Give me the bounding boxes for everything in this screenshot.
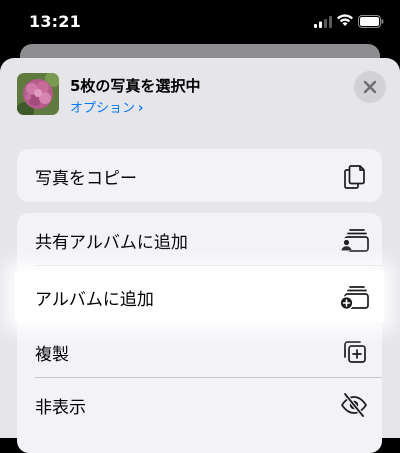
add-to-album-icon [339,286,369,310]
cellular-signal-icon [314,16,332,28]
add-to-album-action[interactable]: アルバムに追加 [15,271,384,322]
status-time: 13:21 [29,12,81,31]
add-to-shared-album-action[interactable]: 共有アルバムに追加 [17,213,382,266]
duplicate-label: 複製 [35,345,69,365]
duplicate-icon [344,341,366,363]
close-icon [363,80,377,94]
action-group-copy: 写真をコピー [17,149,382,202]
copy-photos-label: 写真をコピー [35,169,137,189]
hide-action[interactable]: 非表示 [17,378,382,431]
shared-album-icon [339,229,369,252]
status-bar: 13:21 [0,0,400,46]
chevron-right-icon: › [138,101,144,116]
selected-photo-thumbnail [17,73,59,115]
eye-slash-icon [341,392,367,418]
selection-title: 5枚の写真を選択中 [70,77,201,95]
duplicate-action[interactable]: 複製 [17,325,382,378]
options-label: オプション [70,101,136,116]
options-link[interactable]: オプション › [70,97,143,116]
add-to-album-label: アルバムに追加 [35,290,154,310]
wifi-icon [337,14,353,26]
action-group-main: 共有アルバムに追加 アルバムに追加 複製 非表示 [15,213,384,453]
row-divider [35,265,382,266]
copy-photos-action[interactable]: 写真をコピー [17,149,382,202]
hide-label: 非表示 [35,398,86,418]
share-sheet: 5枚の写真を選択中 オプション › 写真をコピー 共有アルバムに追加 アルバムに… [0,58,400,453]
copy-icon [344,165,365,189]
battery-icon [358,15,384,28]
close-button[interactable] [354,71,386,103]
add-to-shared-album-label: 共有アルバムに追加 [35,233,188,253]
